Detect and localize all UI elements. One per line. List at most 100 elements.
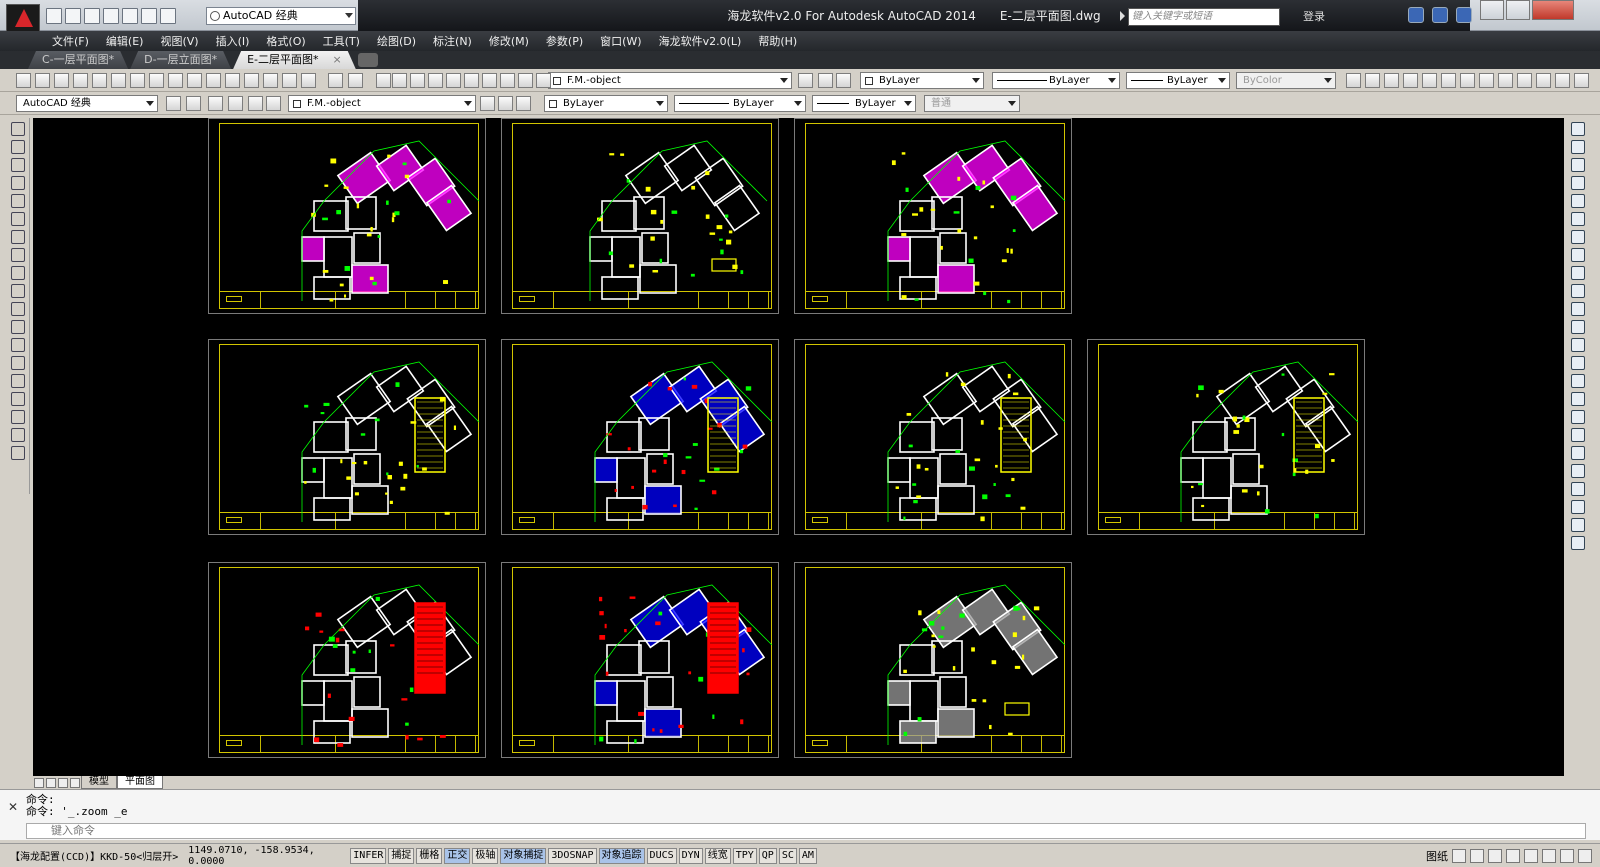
linetype-select-2[interactable]: ByLayer	[674, 95, 806, 112]
workspace-switch-icon[interactable]	[1542, 849, 1556, 863]
standard-tool-icon[interactable]	[149, 73, 164, 88]
modify-tool-icon[interactable]	[1571, 338, 1585, 352]
standard-tool-icon[interactable]	[392, 73, 407, 88]
draw-tool-icon[interactable]	[10, 284, 25, 298]
standard-tool-icon[interactable]	[187, 73, 202, 88]
standard-tool-icon[interactable]	[1460, 73, 1475, 88]
menu-item[interactable]: 海龙软件v2.0(L)	[659, 33, 742, 49]
expand-arrow-icon[interactable]	[1120, 11, 1125, 21]
standard-tool-icon[interactable]	[482, 73, 497, 88]
modify-tool-icon[interactable]	[1571, 320, 1585, 334]
color-select-2[interactable]: ByLayer	[544, 95, 668, 112]
workspace-select-2[interactable]: AutoCAD 经典	[16, 95, 158, 112]
standard-tool-icon[interactable]	[428, 73, 443, 88]
menu-item[interactable]: 插入(I)	[216, 33, 250, 49]
properties-tool-icon[interactable]	[166, 96, 181, 111]
menu-item[interactable]: 编辑(E)	[106, 33, 144, 49]
status-toggle-button[interactable]: 捕捉	[388, 847, 415, 864]
draw-tool-icon[interactable]	[10, 140, 25, 154]
modify-tool-icon[interactable]	[1571, 302, 1585, 316]
modify-tool-icon[interactable]	[1571, 212, 1585, 226]
draw-tool-icon[interactable]	[10, 158, 25, 172]
modify-tool-icon[interactable]	[1571, 392, 1585, 406]
standard-tool-icon[interactable]	[536, 73, 551, 88]
standard-tool-icon[interactable]	[518, 73, 533, 88]
maximize-button[interactable]	[1506, 0, 1530, 20]
properties-tool-icon[interactable]	[480, 96, 495, 111]
status-toggle-button[interactable]: DUCS	[646, 847, 677, 864]
drawing-canvas[interactable]	[33, 118, 1564, 776]
standard-tool-icon[interactable]	[282, 73, 297, 88]
standard-tool-icon[interactable]	[1555, 73, 1570, 88]
workspace-select[interactable]: AutoCAD 经典	[206, 7, 356, 25]
standard-tool-icon[interactable]	[798, 73, 813, 88]
draw-tool-icon[interactable]	[10, 122, 25, 136]
draw-tool-icon[interactable]	[10, 248, 25, 262]
prev-layout-icon[interactable]	[46, 777, 56, 788]
modify-tool-icon[interactable]	[1571, 464, 1585, 478]
modify-tool-icon[interactable]	[1571, 266, 1585, 280]
modify-tool-icon[interactable]	[1571, 410, 1585, 424]
save-as-icon[interactable]	[103, 8, 119, 24]
modify-tool-icon[interactable]	[1571, 140, 1585, 154]
paper-label[interactable]: 图纸	[1426, 848, 1448, 864]
status-toggle-button[interactable]: AM	[798, 847, 817, 864]
modify-tool-icon[interactable]	[1571, 500, 1585, 514]
modify-tool-icon[interactable]	[1571, 176, 1585, 190]
standard-tool-icon[interactable]	[1536, 73, 1551, 88]
layout-view-icon[interactable]	[1470, 849, 1484, 863]
draw-tool-icon[interactable]	[10, 302, 25, 316]
modify-tool-icon[interactable]	[1571, 248, 1585, 262]
standard-tool-icon[interactable]	[410, 73, 425, 88]
standard-tool-icon[interactable]	[328, 73, 343, 88]
zoom-icon[interactable]	[1506, 849, 1520, 863]
draw-tool-icon[interactable]	[10, 356, 25, 370]
close-icon[interactable]: ✕	[8, 800, 18, 814]
standard-tool-icon[interactable]	[1479, 73, 1494, 88]
status-toggle-button[interactable]: QP	[758, 847, 777, 864]
modify-tool-icon[interactable]	[1571, 284, 1585, 298]
standard-tool-icon[interactable]	[1346, 73, 1361, 88]
standard-tool-icon[interactable]	[111, 73, 126, 88]
standard-tool-icon[interactable]	[263, 73, 278, 88]
minimize-button[interactable]	[1480, 0, 1504, 20]
draw-tool-icon[interactable]	[10, 230, 25, 244]
search-input[interactable]: 键入关键字或短语	[1128, 8, 1280, 26]
modify-tool-icon[interactable]	[1571, 356, 1585, 370]
standard-tool-icon[interactable]	[92, 73, 107, 88]
draw-tool-icon[interactable]	[10, 266, 25, 280]
draw-tool-icon[interactable]	[10, 176, 25, 190]
layout-tab[interactable]: 模型	[81, 776, 117, 789]
exchange-icon[interactable]	[1408, 7, 1424, 23]
pan-icon[interactable]	[1488, 849, 1502, 863]
standard-tool-icon[interactable]	[130, 73, 145, 88]
modify-tool-icon[interactable]	[1571, 482, 1585, 496]
modify-tool-icon[interactable]	[1571, 536, 1585, 550]
menu-item[interactable]: 窗口(W)	[600, 33, 641, 49]
standard-tool-icon[interactable]	[376, 73, 391, 88]
menu-item[interactable]: 文件(F)	[52, 33, 89, 49]
clean-screen-icon[interactable]	[1578, 849, 1592, 863]
properties-tool-icon[interactable]	[186, 96, 201, 111]
draw-tool-icon[interactable]	[10, 194, 25, 208]
standard-tool-icon[interactable]	[168, 73, 183, 88]
lock-icon[interactable]	[1560, 849, 1574, 863]
a360-icon[interactable]	[1432, 7, 1448, 23]
draw-tool-icon[interactable]	[10, 374, 25, 388]
next-layout-icon[interactable]	[58, 777, 68, 788]
lineweight-select[interactable]: ByLayer	[1126, 72, 1230, 89]
status-toggle-button[interactable]: DYN	[678, 847, 703, 864]
menu-item[interactable]: 标注(N)	[433, 33, 472, 49]
draw-tool-icon[interactable]	[10, 392, 25, 406]
modify-tool-icon[interactable]	[1571, 194, 1585, 208]
standard-tool-icon[interactable]	[16, 73, 31, 88]
draw-tool-icon[interactable]	[10, 212, 25, 226]
standard-tool-icon[interactable]	[348, 73, 363, 88]
close-icon[interactable]: ×	[333, 53, 342, 66]
standard-tool-icon[interactable]	[301, 73, 316, 88]
application-menu-button[interactable]	[6, 4, 40, 32]
standard-tool-icon[interactable]	[35, 73, 50, 88]
menu-item[interactable]: 视图(V)	[160, 33, 198, 49]
login-button[interactable]: 登录	[1303, 8, 1325, 24]
status-toggle-button[interactable]: 栅格	[416, 847, 443, 864]
